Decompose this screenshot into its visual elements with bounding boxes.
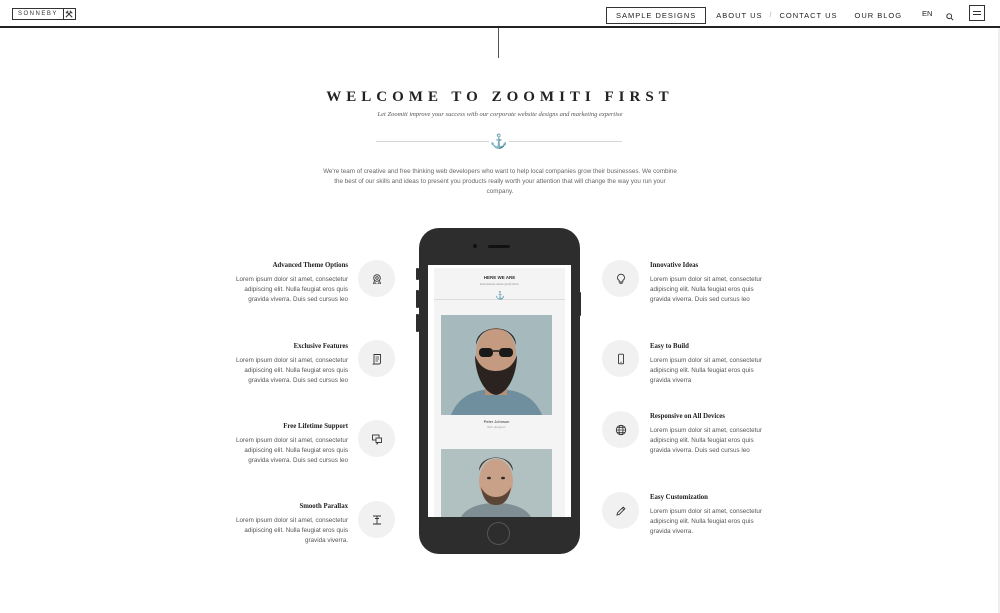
- nav-about-us[interactable]: ABOUT US: [716, 11, 762, 20]
- text-cursor-icon: [358, 501, 395, 538]
- screen-title: HERE WE ARE: [483, 275, 516, 280]
- feature-text: Lorem ipsum dolor sit amet, consectetur …: [236, 276, 348, 303]
- hammers-icon: [62, 9, 75, 19]
- phone-camera: [473, 244, 477, 248]
- feature-title: Easy Customization: [650, 494, 708, 501]
- feature-easy-customization: Easy Customization Lorem ipsum dolor sit…: [650, 494, 772, 536]
- feature-title: Responsive on All Devices: [650, 413, 725, 420]
- main-nav: SAMPLE DESIGNS ABOUT US / CONTACT US OUR…: [606, 7, 919, 24]
- language-selector[interactable]: EN: [922, 9, 932, 18]
- feature-title: Free Lifetime Support: [283, 423, 348, 430]
- nav-sample-designs[interactable]: SAMPLE DESIGNS: [606, 7, 707, 24]
- feature-title: Smooth Parallax: [299, 503, 348, 510]
- hamburger-menu-icon[interactable]: [969, 5, 985, 21]
- phone-screen: HERE WE ARE Passionate ideas perfection …: [428, 265, 571, 517]
- phone-screen-content: HERE WE ARE Passionate ideas perfection …: [434, 268, 565, 517]
- site-header: SONNEBY SAMPLE DESIGNS ABOUT US / CONTAC…: [0, 0, 1000, 28]
- pencil-icon: [602, 492, 639, 529]
- feature-text: Lorem ipsum dolor sit amet, consectetur …: [650, 427, 762, 454]
- award-icon: [358, 260, 395, 297]
- feature-easy-to-build: Easy to Build Lorem ipsum dolor sit amet…: [650, 343, 772, 385]
- feature-text: Lorem ipsum dolor sit amet, consectetur …: [236, 437, 348, 464]
- logo-text: SONNEBY: [18, 11, 58, 17]
- feature-title: Easy to Build: [650, 343, 689, 350]
- nav-our-blog[interactable]: OUR BLOG: [855, 11, 903, 20]
- anchor-icon: ⚓: [495, 291, 505, 300]
- team-photo: [441, 449, 552, 517]
- feature-text: Lorem ipsum dolor sit amet, consectetur …: [236, 517, 348, 544]
- nav-contact-us[interactable]: CONTACT US: [779, 11, 837, 20]
- feature-text: Lorem ipsum dolor sit amet, consectetur …: [650, 357, 762, 384]
- feature-text: Lorem ipsum dolor sit amet, consectetur …: [650, 508, 762, 535]
- feature-title: Exclusive Features: [293, 343, 348, 350]
- feature-title: Innovative Ideas: [650, 262, 699, 269]
- scroll-icon: [358, 340, 395, 377]
- phone-home-button: [487, 522, 510, 545]
- phone-speaker: [488, 245, 510, 248]
- vertical-divider: [498, 28, 499, 58]
- person-role: Web designer: [487, 425, 506, 429]
- feature-text: Lorem ipsum dolor sit amet, consectetur …: [236, 357, 348, 384]
- person-name: Peter Johnson: [483, 419, 510, 424]
- team-photo: [441, 315, 552, 415]
- feature-text: Lorem ipsum dolor sit amet, consectetur …: [650, 276, 762, 303]
- anchor-icon: ⚓: [489, 131, 509, 151]
- search-icon[interactable]: [946, 8, 954, 21]
- feature-free-lifetime-support: Free Lifetime Support Lorem ipsum dolor …: [226, 423, 348, 465]
- feature-smooth-parallax: Smooth Parallax Lorem ipsum dolor sit am…: [226, 503, 348, 545]
- page-title: WELCOME TO ZOOMITI FIRST: [326, 89, 674, 105]
- screen-subtitle: Passionate ideas perfection: [480, 282, 519, 286]
- feature-innovative-ideas: Innovative Ideas Lorem ipsum dolor sit a…: [650, 262, 772, 304]
- chat-icon: [358, 420, 395, 457]
- logo[interactable]: SONNEBY: [12, 8, 76, 20]
- feature-exclusive-features: Exclusive Features Lorem ipsum dolor sit…: [226, 343, 348, 385]
- mobile-icon: [602, 340, 639, 377]
- nav-separator: /: [769, 12, 772, 19]
- feature-advanced-theme-options: Advanced Theme Options Lorem ipsum dolor…: [226, 262, 348, 304]
- globe-icon: [602, 411, 639, 448]
- feature-title: Advanced Theme Options: [272, 262, 348, 269]
- lightbulb-icon: [602, 260, 639, 297]
- intro-text: We're team of creative and free thinking…: [323, 168, 677, 195]
- page-subtitle: Let Zoomiti improve your success with ou…: [377, 111, 623, 118]
- feature-responsive-all-devices: Responsive on All Devices Lorem ipsum do…: [650, 413, 772, 455]
